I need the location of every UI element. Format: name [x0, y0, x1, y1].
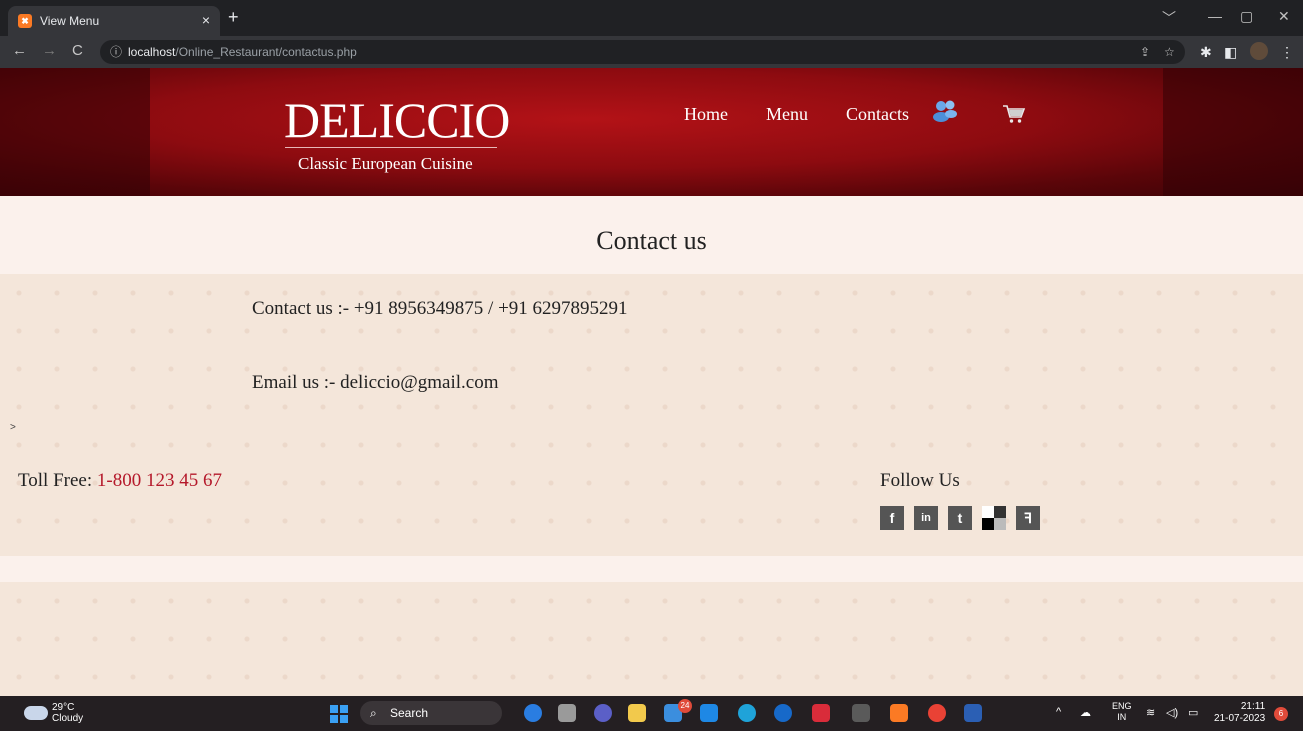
web-page: DELICCIO Classic European Cuisine Home M… — [0, 68, 1303, 696]
search-label: Search — [390, 706, 429, 720]
reload-icon[interactable]: C — [72, 43, 83, 59]
battery-icon[interactable]: ▭ — [1188, 706, 1198, 719]
lang-code: ENG — [1112, 701, 1132, 711]
side-panel-icon[interactable]: ◧ — [1224, 44, 1237, 60]
site-info-icon[interactable]: ⓘ — [110, 40, 122, 64]
contact-phone-text: Contact us :- +91 8956349875 / +91 62978… — [252, 298, 628, 319]
contact-email-text: Email us :- deliccio@gmail.com — [252, 372, 499, 393]
nav-home[interactable]: Home — [684, 104, 728, 125]
cortana-icon[interactable] — [774, 704, 792, 722]
share-icon[interactable]: ⇪ — [1140, 40, 1150, 64]
tab-close-icon[interactable]: × — [202, 12, 210, 28]
clock-time: 21:11 — [1240, 701, 1266, 712]
chrome-icon[interactable] — [928, 704, 946, 722]
logo-divider — [285, 147, 497, 148]
windows-taskbar: 29°C Cloudy ⌕ Search 24 ^ ☁ ENG IN ≋ ◁) … — [0, 696, 1303, 731]
facebook-icon[interactable]: f — [880, 506, 904, 530]
more-menu-icon[interactable]: ⋮ — [1280, 44, 1294, 60]
stumbleupon-icon[interactable]: ꟻ — [1016, 506, 1040, 530]
onedrive-icon[interactable]: ☁ — [1080, 706, 1091, 719]
weather-widget[interactable]: 29°C Cloudy — [52, 702, 83, 724]
close-window-icon[interactable]: ✕ — [1278, 8, 1290, 25]
cart-icon[interactable] — [1002, 104, 1026, 124]
wifi-icon[interactable]: ≋ — [1146, 706, 1155, 719]
site-tagline: Classic European Cuisine — [298, 154, 473, 173]
tab-title: View Menu — [40, 14, 100, 28]
linkedin-icon[interactable]: in — [914, 506, 938, 530]
site-logo[interactable]: DELICCIO — [284, 94, 510, 146]
twitter-icon[interactable]: t — [948, 506, 972, 530]
header-shadow-right — [1163, 68, 1303, 196]
toll-free: Toll Free: 1-800 123 45 67 — [18, 470, 222, 492]
bing-icon[interactable] — [524, 704, 542, 722]
xampp-icon[interactable] — [890, 704, 908, 722]
header-shadow-left — [0, 68, 150, 196]
weather-condition: Cloudy — [52, 713, 84, 724]
minimize-icon[interactable]: — — [1208, 8, 1222, 24]
delicious-icon[interactable] — [982, 506, 1006, 530]
xampp-favicon-icon: ✖ — [18, 14, 32, 28]
follow-us-label: Follow Us — [880, 470, 960, 491]
tray-chevron-icon[interactable]: ^ — [1056, 706, 1061, 718]
search-icon: ⌕ — [370, 706, 377, 720]
system-clock[interactable]: 21:11 21-07-2023 — [1214, 701, 1265, 725]
language-indicator[interactable]: ENG IN — [1112, 701, 1132, 723]
bookmark-star-icon[interactable]: ☆ — [1164, 40, 1175, 64]
lang-region: IN — [1117, 712, 1127, 722]
profile-avatar[interactable] — [1250, 42, 1268, 60]
extensions-icon[interactable]: ✱ — [1200, 44, 1212, 60]
maximize-icon[interactable]: ▢ — [1240, 8, 1253, 25]
file-explorer-icon[interactable] — [628, 704, 646, 722]
task-view-icon[interactable] — [558, 704, 576, 722]
windows-start-icon[interactable] — [330, 705, 348, 723]
stray-character: > — [10, 422, 16, 433]
users-login-icon[interactable] — [932, 100, 958, 122]
terminal-icon[interactable] — [852, 704, 870, 722]
forward-icon[interactable]: → — [42, 43, 57, 59]
taskbar-search[interactable]: ⌕ Search — [360, 701, 502, 725]
nav-contacts[interactable]: Contacts — [846, 104, 909, 125]
toll-free-number: 1-800 123 45 67 — [96, 470, 222, 491]
edge-icon[interactable] — [738, 704, 756, 722]
weather-cloud-icon[interactable] — [24, 706, 48, 720]
back-icon[interactable]: ← — [12, 43, 27, 59]
temperature: 29°C — [52, 702, 75, 713]
notification-badge[interactable]: 6 — [1274, 707, 1288, 721]
url-text: localhost/Online_Restaurant/contactus.ph… — [128, 45, 357, 59]
teams-icon[interactable] — [594, 704, 612, 722]
mcafee-icon[interactable] — [812, 704, 830, 722]
footer-strip — [0, 556, 1303, 582]
page-bottom — [0, 582, 1303, 696]
volume-icon[interactable]: ◁) — [1166, 706, 1178, 719]
clock-date: 21-07-2023 — [1214, 713, 1266, 724]
browser-tab-strip: ✖ View Menu × + ﹀ — ▢ ✕ — [0, 0, 1303, 36]
tab-search-icon[interactable]: ﹀ — [1162, 8, 1176, 28]
page-title: Contact us — [596, 226, 707, 255]
new-tab-button[interactable]: + — [228, 8, 239, 26]
nav-menu[interactable]: Menu — [766, 104, 808, 125]
toll-free-label: Toll Free: — [18, 470, 93, 491]
browser-toolbar: ← → C ⓘ localhost/Online_Restaurant/cont… — [0, 36, 1303, 68]
word-icon[interactable] — [964, 704, 982, 722]
lexicon-icon[interactable] — [700, 704, 718, 722]
site-header: DELICCIO Classic European Cuisine Home M… — [0, 68, 1303, 196]
mail-badge: 24 — [678, 699, 692, 713]
address-bar[interactable]: ⓘ localhost/Online_Restaurant/contactus.… — [100, 40, 1185, 64]
browser-tab[interactable]: ✖ View Menu × — [8, 6, 220, 36]
contact-section — [0, 274, 1303, 556]
